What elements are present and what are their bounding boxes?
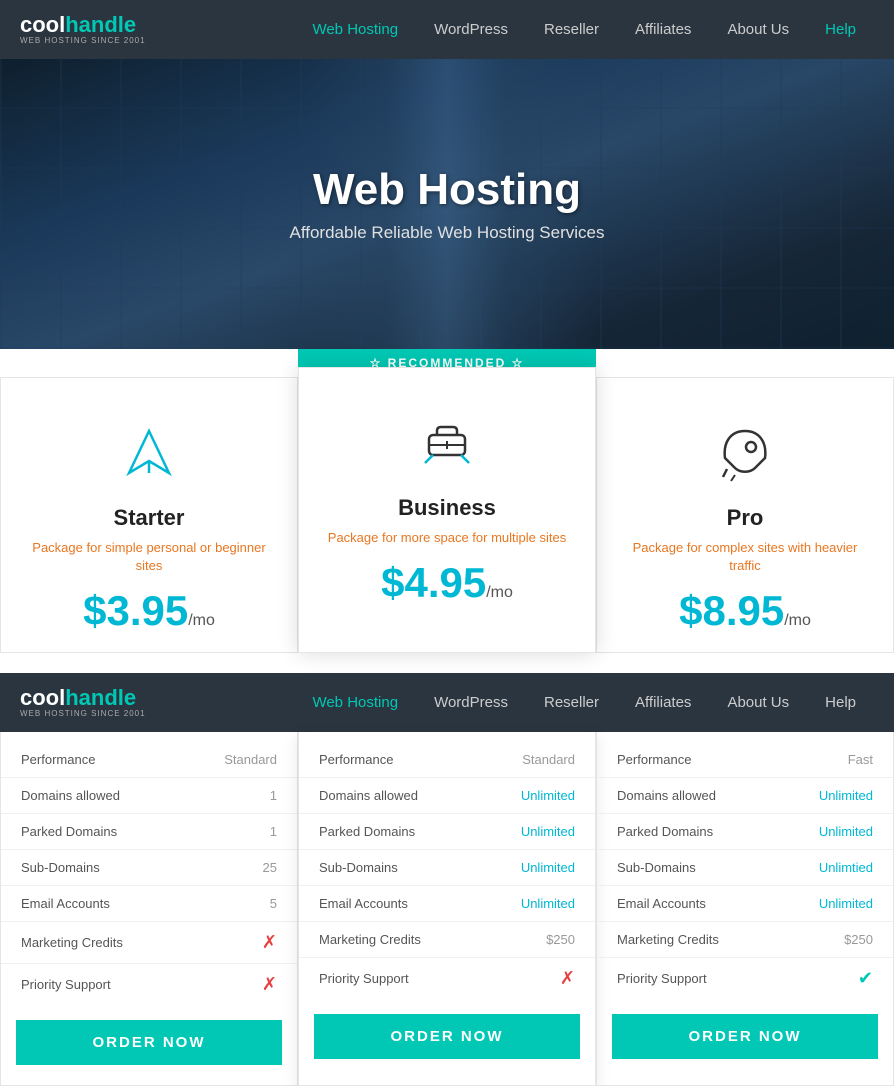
top-navbar: coolhandle Web Hosting Since 2001 Web Ho…	[0, 0, 894, 59]
business-parked: Parked Domains Unlimited	[299, 814, 595, 850]
hero-section: Web Hosting Affordable Reliable Web Host…	[0, 59, 894, 349]
starter-icon	[21, 423, 277, 495]
features-section: Performance Standard Domains allowed 1 P…	[0, 732, 894, 1086]
nav2-wordpress[interactable]: WordPress	[416, 673, 526, 732]
logo[interactable]: coolhandle Web Hosting Since 2001	[20, 14, 146, 45]
pro-email: Email Accounts Unlimited	[597, 886, 893, 922]
nav2-about-us[interactable]: About Us	[709, 673, 807, 732]
nav-wordpress[interactable]: WordPress	[416, 0, 526, 59]
business-subdomains: Sub-Domains Unlimited	[299, 850, 595, 886]
nav2-help[interactable]: Help	[807, 673, 874, 732]
starter-name: Starter	[21, 505, 277, 531]
starter-performance: Performance Standard	[1, 742, 297, 778]
starter-price: $3.95/mo	[21, 590, 277, 632]
starter-priority: Priority Support ✗	[1, 964, 297, 1005]
pro-domains: Domains allowed Unlimited	[597, 778, 893, 814]
pro-price: $8.95/mo	[617, 590, 873, 632]
nav-about-us[interactable]: About Us	[709, 0, 807, 59]
starter-subdomains: Sub-Domains 25	[1, 850, 297, 886]
starter-plan: Starter Package for simple personal or b…	[0, 377, 298, 653]
pro-priority: Priority Support ✔	[597, 958, 893, 999]
business-name: Business	[319, 495, 575, 521]
starter-features: Performance Standard Domains allowed 1 P…	[0, 732, 298, 1086]
pro-icon	[617, 423, 873, 495]
nav-help[interactable]: Help	[807, 0, 874, 59]
nav2-affiliates[interactable]: Affiliates	[617, 673, 709, 732]
logo-sub: Web Hosting Since 2001	[20, 36, 146, 45]
pro-order-button[interactable]: ORDER NOW	[612, 1014, 878, 1059]
business-email: Email Accounts Unlimited	[299, 886, 595, 922]
pro-marketing: Marketing Credits $250	[597, 922, 893, 958]
starter-desc: Package for simple personal or beginner …	[21, 539, 277, 575]
starter-marketing: Marketing Credits ✗	[1, 922, 297, 964]
starter-parked: Parked Domains 1	[1, 814, 297, 850]
pro-plan: Pro Package for complex sites with heavi…	[596, 377, 894, 653]
hero-title: Web Hosting	[290, 165, 605, 215]
logo2-cool: cool	[20, 685, 65, 710]
nav-affiliates[interactable]: Affiliates	[617, 0, 709, 59]
pricing-section: Starter Package for simple personal or b…	[0, 377, 894, 653]
pro-features: Performance Fast Domains allowed Unlimit…	[596, 732, 894, 1086]
pro-subdomains: Sub-Domains Unlimtied	[597, 850, 893, 886]
business-performance: Performance Standard	[299, 742, 595, 778]
nav-reseller[interactable]: Reseller	[526, 0, 617, 59]
logo2[interactable]: coolhandle Web Hosting Since 2001	[20, 687, 146, 718]
hero-subtitle: Affordable Reliable Web Hosting Services	[290, 223, 605, 243]
logo-handle: handle	[65, 12, 136, 37]
nav2-links: Web Hosting WordPress Reseller Affiliate…	[294, 673, 874, 732]
business-domains: Domains allowed Unlimited	[299, 778, 595, 814]
business-features: Performance Standard Domains allowed Unl…	[298, 732, 596, 1086]
business-price: $4.95/mo	[319, 562, 575, 604]
business-order-button[interactable]: ORDER NOW	[314, 1014, 580, 1059]
business-marketing: Marketing Credits $250	[299, 922, 595, 958]
business-desc: Package for more space for multiple site…	[319, 529, 575, 547]
nav2-web-hosting[interactable]: Web Hosting	[294, 673, 416, 732]
nav-links: Web Hosting WordPress Reseller Affiliate…	[294, 0, 874, 59]
starter-email: Email Accounts 5	[1, 886, 297, 922]
pro-desc: Package for complex sites with heavier t…	[617, 539, 873, 575]
logo2-handle: handle	[65, 685, 136, 710]
starter-order-button[interactable]: ORDER NOW	[16, 1020, 282, 1065]
logo-cool: cool	[20, 12, 65, 37]
starter-domains: Domains allowed 1	[1, 778, 297, 814]
second-navbar: coolhandle Web Hosting Since 2001 Web Ho…	[0, 673, 894, 732]
pro-performance: Performance Fast	[597, 742, 893, 778]
pro-name: Pro	[617, 505, 873, 531]
business-icon	[319, 413, 575, 485]
business-priority: Priority Support ✗	[299, 958, 595, 999]
business-plan: Business Package for more space for mult…	[298, 367, 596, 653]
nav2-reseller[interactable]: Reseller	[526, 673, 617, 732]
logo2-sub: Web Hosting Since 2001	[20, 709, 146, 718]
pro-parked: Parked Domains Unlimited	[597, 814, 893, 850]
nav-web-hosting[interactable]: Web Hosting	[294, 0, 416, 59]
